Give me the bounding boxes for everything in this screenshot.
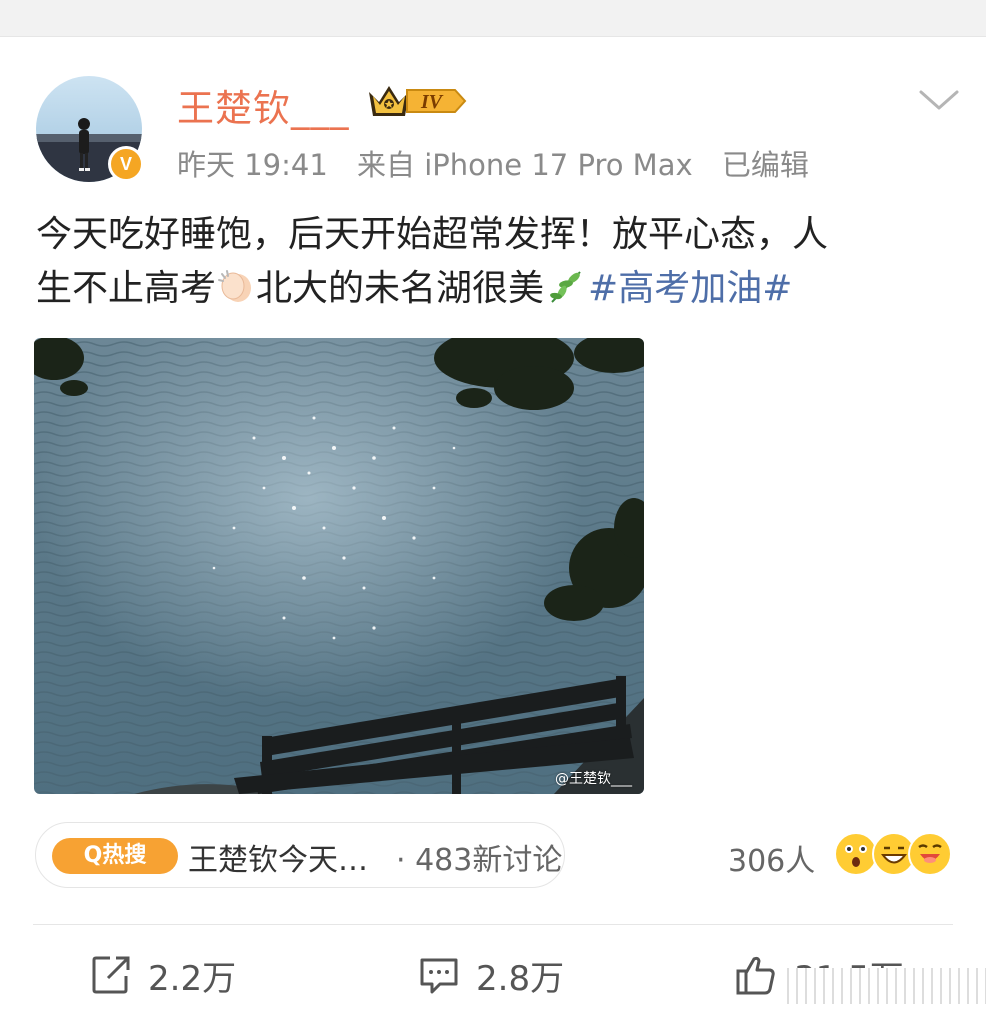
top-bar	[0, 0, 986, 37]
comment-button[interactable]: 2.8万	[418, 950, 564, 1000]
hot-search-topic: 王楚钦今天…	[188, 843, 368, 878]
comment-icon	[420, 958, 458, 994]
hot-search-label: Q热搜	[52, 838, 178, 874]
watermark-overlay	[780, 968, 986, 1004]
comment-count: 2.8万	[476, 958, 565, 999]
hot-search-label-text: 热搜	[102, 843, 147, 868]
clapping-hands-emoji-icon	[216, 266, 256, 302]
post-text-part: 生不止高考	[36, 268, 217, 309]
repost-count: 2.2万	[148, 958, 237, 999]
laughing-emoji-icon[interactable]	[908, 832, 952, 876]
post-text-part: 北大的未名湖很美	[256, 268, 545, 309]
post-time: 昨天 19:41	[177, 148, 328, 182]
edited-label[interactable]: 已编辑	[722, 148, 809, 182]
post-source[interactable]: 来自 iPhone 17 Pro Max	[357, 148, 693, 182]
hashtag-link[interactable]: #高考加油#	[588, 268, 792, 309]
search-icon: Q	[83, 843, 103, 868]
image-watermark: @王楚钦___	[555, 771, 632, 787]
divider	[33, 924, 953, 925]
post-text-line1: 今天吃好睡饱，后天开始超常发挥！放平心态，人	[36, 214, 829, 255]
author-name[interactable]: 王楚钦___	[177, 78, 350, 132]
member-crown-icon[interactable]: IV	[363, 80, 467, 122]
repost-icon	[92, 956, 130, 994]
herb-emoji-icon	[544, 266, 588, 303]
repost-button[interactable]: 2.2万	[90, 950, 236, 1000]
post-text-line2: 生不止高考 北大的未名湖很美 #高考加油#	[36, 262, 946, 316]
verified-badge-icon: V	[108, 146, 144, 182]
post-meta: 昨天 19:41 来自 iPhone 17 Pro Max 已编辑	[177, 142, 829, 184]
level-badge-text: IV	[420, 91, 444, 113]
hot-search-discussion: · 483新讨论	[396, 843, 563, 878]
thumbs-up-icon	[736, 956, 775, 995]
hot-search-pill[interactable]: Q热搜 王楚钦今天… · 483新讨论	[35, 822, 565, 888]
post-text: 今天吃好睡饱，后天开始超常发挥！放平心态，人 生不止高考 北大的未名湖很美 #高…	[36, 208, 946, 316]
reaction-count[interactable]: 306人	[728, 836, 815, 880]
chevron-down-icon[interactable]	[918, 88, 960, 112]
post-image[interactable]: @王楚钦___	[34, 338, 644, 794]
